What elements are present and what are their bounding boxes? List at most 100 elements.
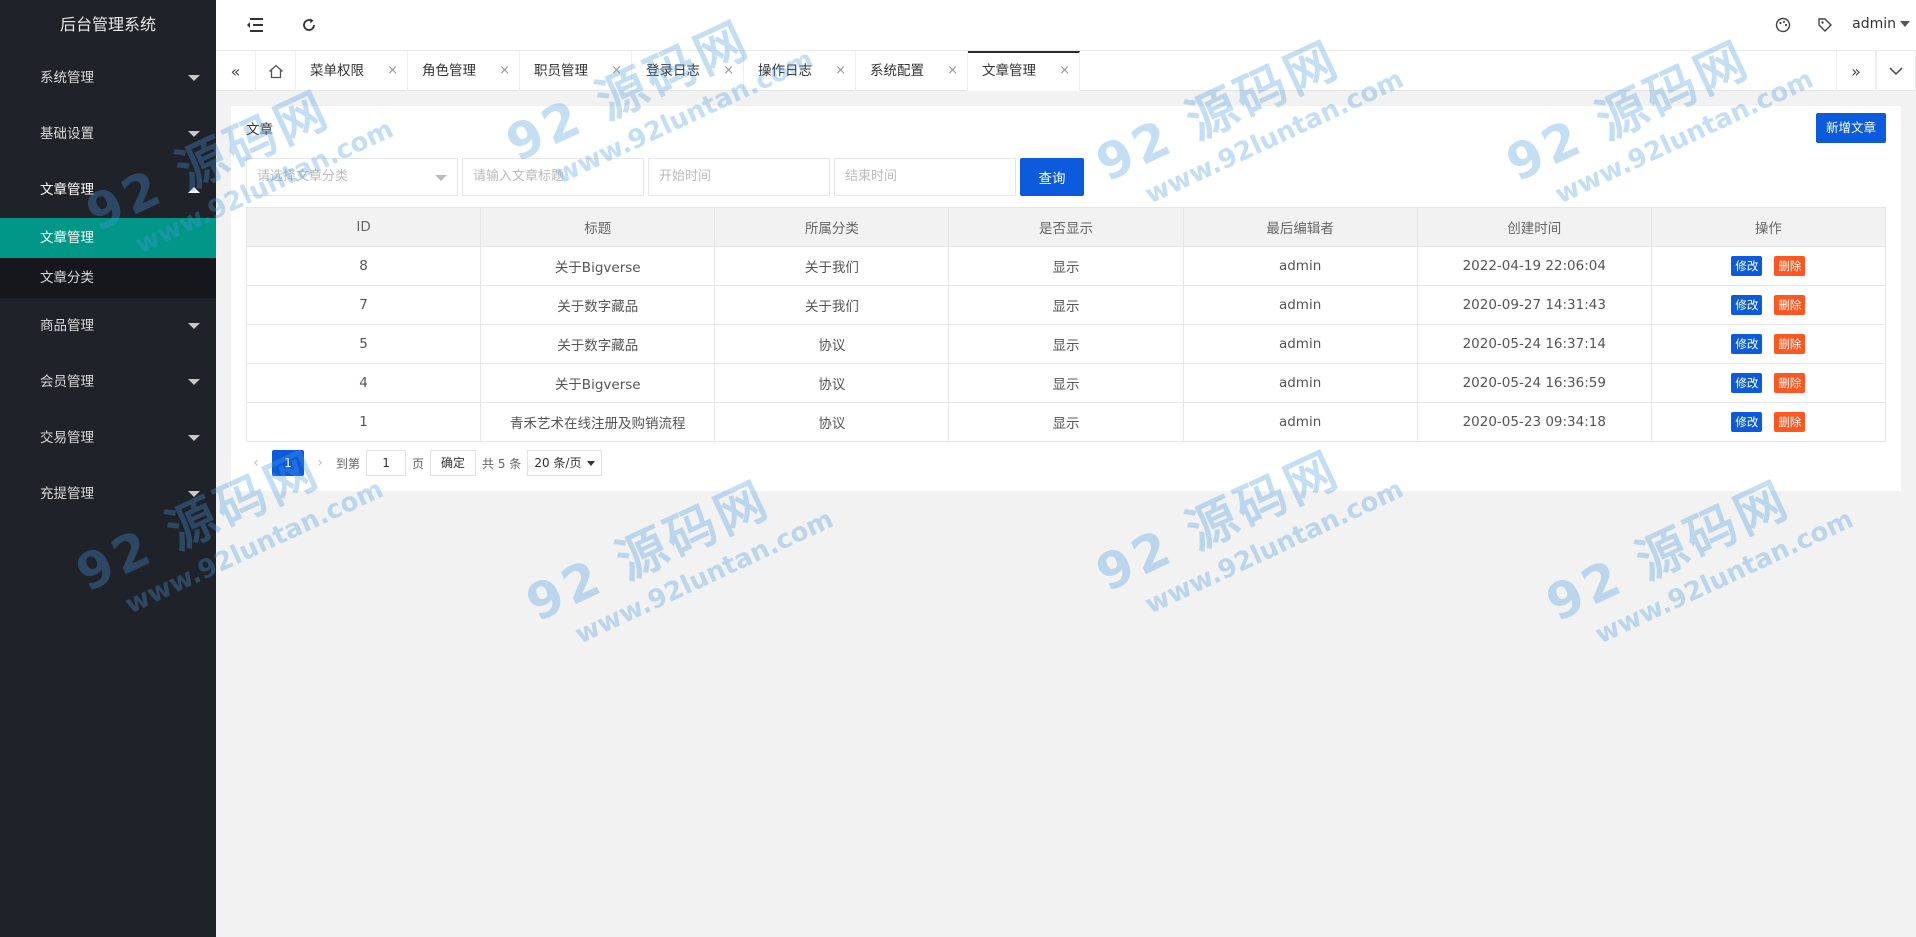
page-size-value: 20 条/页 — [534, 456, 582, 470]
theme-palette-icon[interactable] — [1772, 14, 1794, 36]
cell-created: 2020-05-23 09:34:18 — [1416, 402, 1652, 442]
delete-button[interactable]: 删除 — [1774, 412, 1806, 432]
start-time-input[interactable]: 开始时间 — [648, 158, 830, 196]
cell-actions: 修改 删除 — [1650, 285, 1887, 325]
column-header: 操作 — [1650, 207, 1887, 247]
category-placeholder: 请选择文章分类 — [257, 169, 349, 184]
sidebar-item-articles[interactable]: 文章管理 — [0, 162, 216, 218]
tag-icon[interactable] — [1814, 14, 1836, 36]
column-header: 最后编辑者 — [1182, 207, 1418, 247]
query-button[interactable]: 查询 — [1020, 158, 1084, 196]
sidebar-item-label: 系统管理 — [40, 70, 94, 86]
tab-role-manage[interactable]: 角色管理 × — [408, 51, 520, 91]
cell-category: 协议 — [714, 324, 950, 364]
sidebar: 后台管理系统 系统管理 基础设置 文章管理 文章管理 文章分类 商品管理 会员管… — [0, 0, 216, 937]
table-row: 7 关于数字藏品 关于我们 显示 admin 2020-09-27 14:31:… — [245, 285, 1887, 325]
end-time-input[interactable]: 结束时间 — [834, 158, 1016, 196]
close-icon[interactable]: × — [723, 51, 734, 91]
table-row: 8 关于Bigverse 关于我们 显示 admin 2022-04-19 22… — [245, 246, 1887, 286]
page-input[interactable]: 1 — [366, 450, 407, 476]
close-icon[interactable]: × — [835, 51, 846, 91]
next-page-icon[interactable]: › — [310, 455, 330, 471]
column-header: 创建时间 — [1416, 207, 1652, 247]
tab-list: 菜单权限 × 角色管理 × 职员管理 × 登录日志 × 操作日志 × 系统配置 … — [256, 51, 1080, 91]
tab-staff-manage[interactable]: 职员管理 × — [520, 51, 632, 91]
delete-button[interactable]: 删除 — [1774, 373, 1806, 393]
edit-button[interactable]: 修改 — [1731, 295, 1763, 315]
add-article-button[interactable]: 新增文章 — [1815, 113, 1886, 143]
chevron-down-icon — [188, 491, 200, 497]
tab-scroll-right-icon[interactable]: » — [1836, 51, 1876, 91]
sidebar-subitem-article-category[interactable]: 文章分类 — [0, 258, 216, 298]
prev-page-icon[interactable]: ‹ — [246, 455, 266, 471]
cell-created: 2020-05-24 16:37:14 — [1416, 324, 1652, 364]
table-row: 4 关于Bigverse 协议 显示 admin 2020-05-24 16:3… — [245, 363, 1887, 403]
tab-system-config[interactable]: 系统配置 × — [856, 51, 968, 91]
cell-actions: 修改 删除 — [1650, 324, 1887, 364]
close-icon[interactable]: × — [499, 51, 510, 91]
title-input[interactable]: 请输入文章标题 — [462, 158, 644, 196]
sidebar-item-basic[interactable]: 基础设置 — [0, 106, 216, 162]
cell-editor: admin — [1182, 363, 1418, 403]
sidebar-item-label: 文章管理 — [40, 182, 94, 198]
delete-button[interactable]: 删除 — [1774, 295, 1806, 315]
confirm-page-button[interactable]: 确定 — [430, 450, 477, 476]
edit-button[interactable]: 修改 — [1731, 373, 1763, 393]
tab-article-manage[interactable]: 文章管理 × — [968, 51, 1080, 91]
page-title: 文章 — [246, 122, 273, 138]
tab-scroll-left-icon[interactable]: « — [216, 51, 256, 91]
cell-actions: 修改 删除 — [1650, 246, 1887, 286]
tab-operation-log[interactable]: 操作日志 × — [744, 51, 856, 91]
delete-button[interactable]: 删除 — [1774, 334, 1806, 354]
cell-title: 关于Bigverse — [480, 363, 716, 403]
sidebar-subitem-article-manage[interactable]: 文章管理 — [0, 218, 216, 258]
chevron-down-icon — [188, 323, 200, 329]
close-icon[interactable]: × — [1059, 53, 1070, 89]
tab-label: 登录日志 — [646, 63, 700, 79]
page-label: 页 — [412, 456, 425, 471]
cell-actions: 修改 删除 — [1650, 402, 1887, 442]
cell-category: 协议 — [714, 363, 950, 403]
sidebar-item-goods[interactable]: 商品管理 — [0, 298, 216, 354]
page-current[interactable]: 1 — [272, 450, 304, 476]
cell-show: 显示 — [948, 285, 1184, 325]
cell-title: 关于Bigverse — [480, 246, 716, 286]
tab-menu-permission[interactable]: 菜单权限 × — [296, 51, 408, 91]
cell-created: 2022-04-19 22:06:04 — [1416, 246, 1652, 286]
page-size-select[interactable]: 20 条/页 — [527, 450, 603, 476]
edit-button[interactable]: 修改 — [1731, 334, 1763, 354]
home-tab[interactable] — [256, 51, 296, 91]
edit-button[interactable]: 修改 — [1731, 256, 1763, 276]
sidebar-item-label: 交易管理 — [40, 430, 94, 446]
column-header: 标题 — [480, 207, 716, 247]
sidebar-item-deposit[interactable]: 充提管理 — [0, 466, 216, 522]
close-icon[interactable]: × — [387, 51, 398, 91]
menu-fold-icon[interactable] — [244, 14, 266, 36]
column-header: 所属分类 — [714, 207, 950, 247]
category-select[interactable]: 请选择文章分类 — [246, 158, 458, 196]
tab-menu-chevron-down-icon[interactable] — [1876, 51, 1916, 91]
close-icon[interactable]: × — [611, 51, 622, 91]
tab-login-log[interactable]: 登录日志 × — [632, 51, 744, 91]
tab-label: 系统配置 — [870, 63, 924, 79]
start-time-placeholder: 开始时间 — [659, 169, 712, 184]
user-name: admin — [1852, 16, 1896, 32]
close-icon[interactable]: × — [947, 51, 958, 91]
edit-button[interactable]: 修改 — [1731, 412, 1763, 432]
total-count: 共 5 条 — [482, 456, 522, 471]
delete-button[interactable]: 删除 — [1774, 256, 1806, 276]
sidebar-item-system[interactable]: 系统管理 — [0, 50, 216, 106]
sidebar-item-trade[interactable]: 交易管理 — [0, 410, 216, 466]
cell-id: 4 — [245, 363, 482, 403]
chevron-down-icon — [1900, 21, 1910, 27]
cell-editor: admin — [1182, 285, 1418, 325]
refresh-icon[interactable] — [298, 14, 320, 36]
chevron-down-icon — [188, 379, 200, 385]
sidebar-item-members[interactable]: 会员管理 — [0, 354, 216, 410]
chevron-down-icon — [188, 131, 200, 137]
user-menu[interactable]: admin — [1852, 16, 1910, 32]
cell-title: 关于数字藏品 — [480, 285, 716, 325]
sidebar-item-label: 商品管理 — [40, 318, 94, 334]
cell-editor: admin — [1182, 246, 1418, 286]
chevron-up-icon — [188, 187, 200, 193]
